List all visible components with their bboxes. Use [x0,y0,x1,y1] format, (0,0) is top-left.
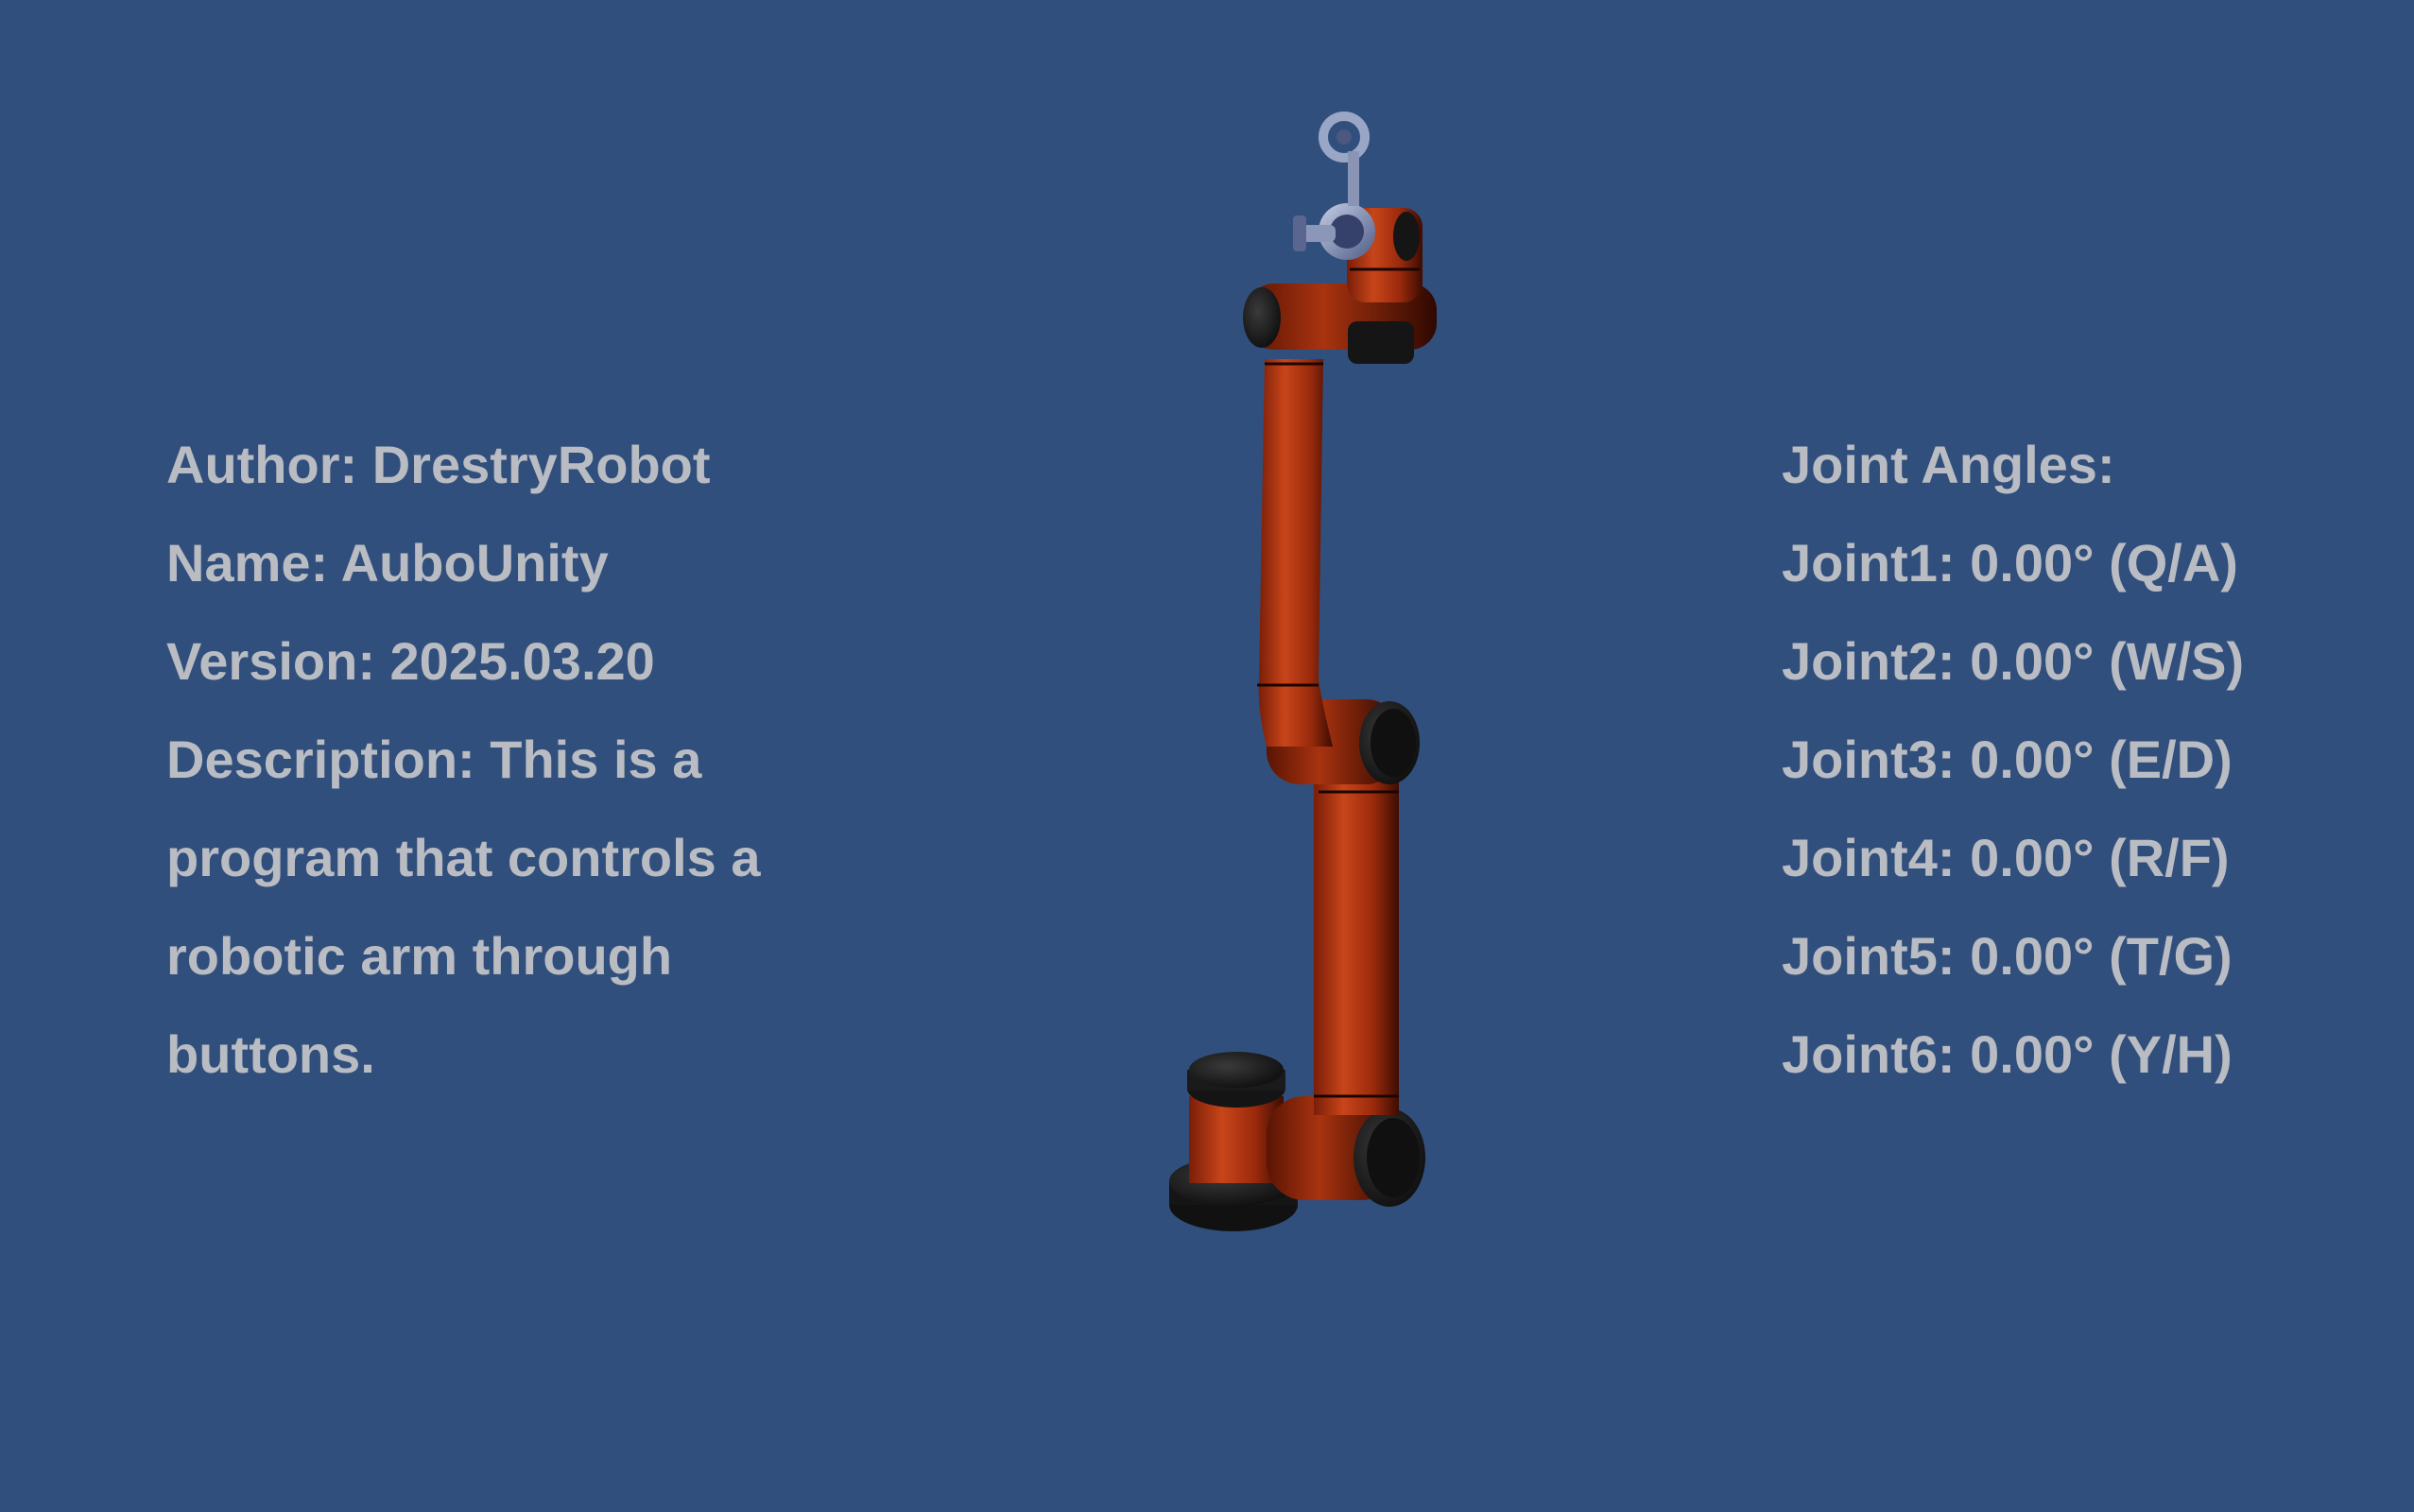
lower-arm-link [1314,775,1399,1115]
robot-arm-viewport[interactable] [1125,94,1503,1285]
author-label: Author: DrestryRobot [166,435,711,494]
joint5-readout: Joint5: 0.00° (T/G) [1782,926,2233,986]
joint6-readout: Joint6: 0.00° (Y/H) [1782,1024,2233,1084]
upper-arm-link [1257,359,1333,747]
joint2-readout: Joint2: 0.00° (W/S) [1782,631,2245,691]
name-label: Name: AuboUnity [166,533,609,593]
joint4-readout: Joint4: 0.00° (R/F) [1782,828,2230,887]
joint3-readout: Joint3: 0.00° (E/D) [1782,730,2233,789]
description-label: Description: This is a program that cont… [166,730,761,1084]
app-info-panel: Author: DrestryRobot Name: AuboUnity Ver… [166,416,781,1104]
version-label: Version: 2025.03.20 [166,631,655,691]
gripper-tool [1293,112,1375,260]
joint1-readout: Joint1: 0.00° (Q/A) [1782,533,2238,593]
joint-angles-title: Joint Angles: [1782,435,2115,494]
robot-control-scene: { "info": { "author": "Author: DrestryRo… [0,0,2414,1512]
joint-angles-panel: Joint Angles: Joint1: 0.00° (Q/A) Joint2… [1782,416,2368,1104]
